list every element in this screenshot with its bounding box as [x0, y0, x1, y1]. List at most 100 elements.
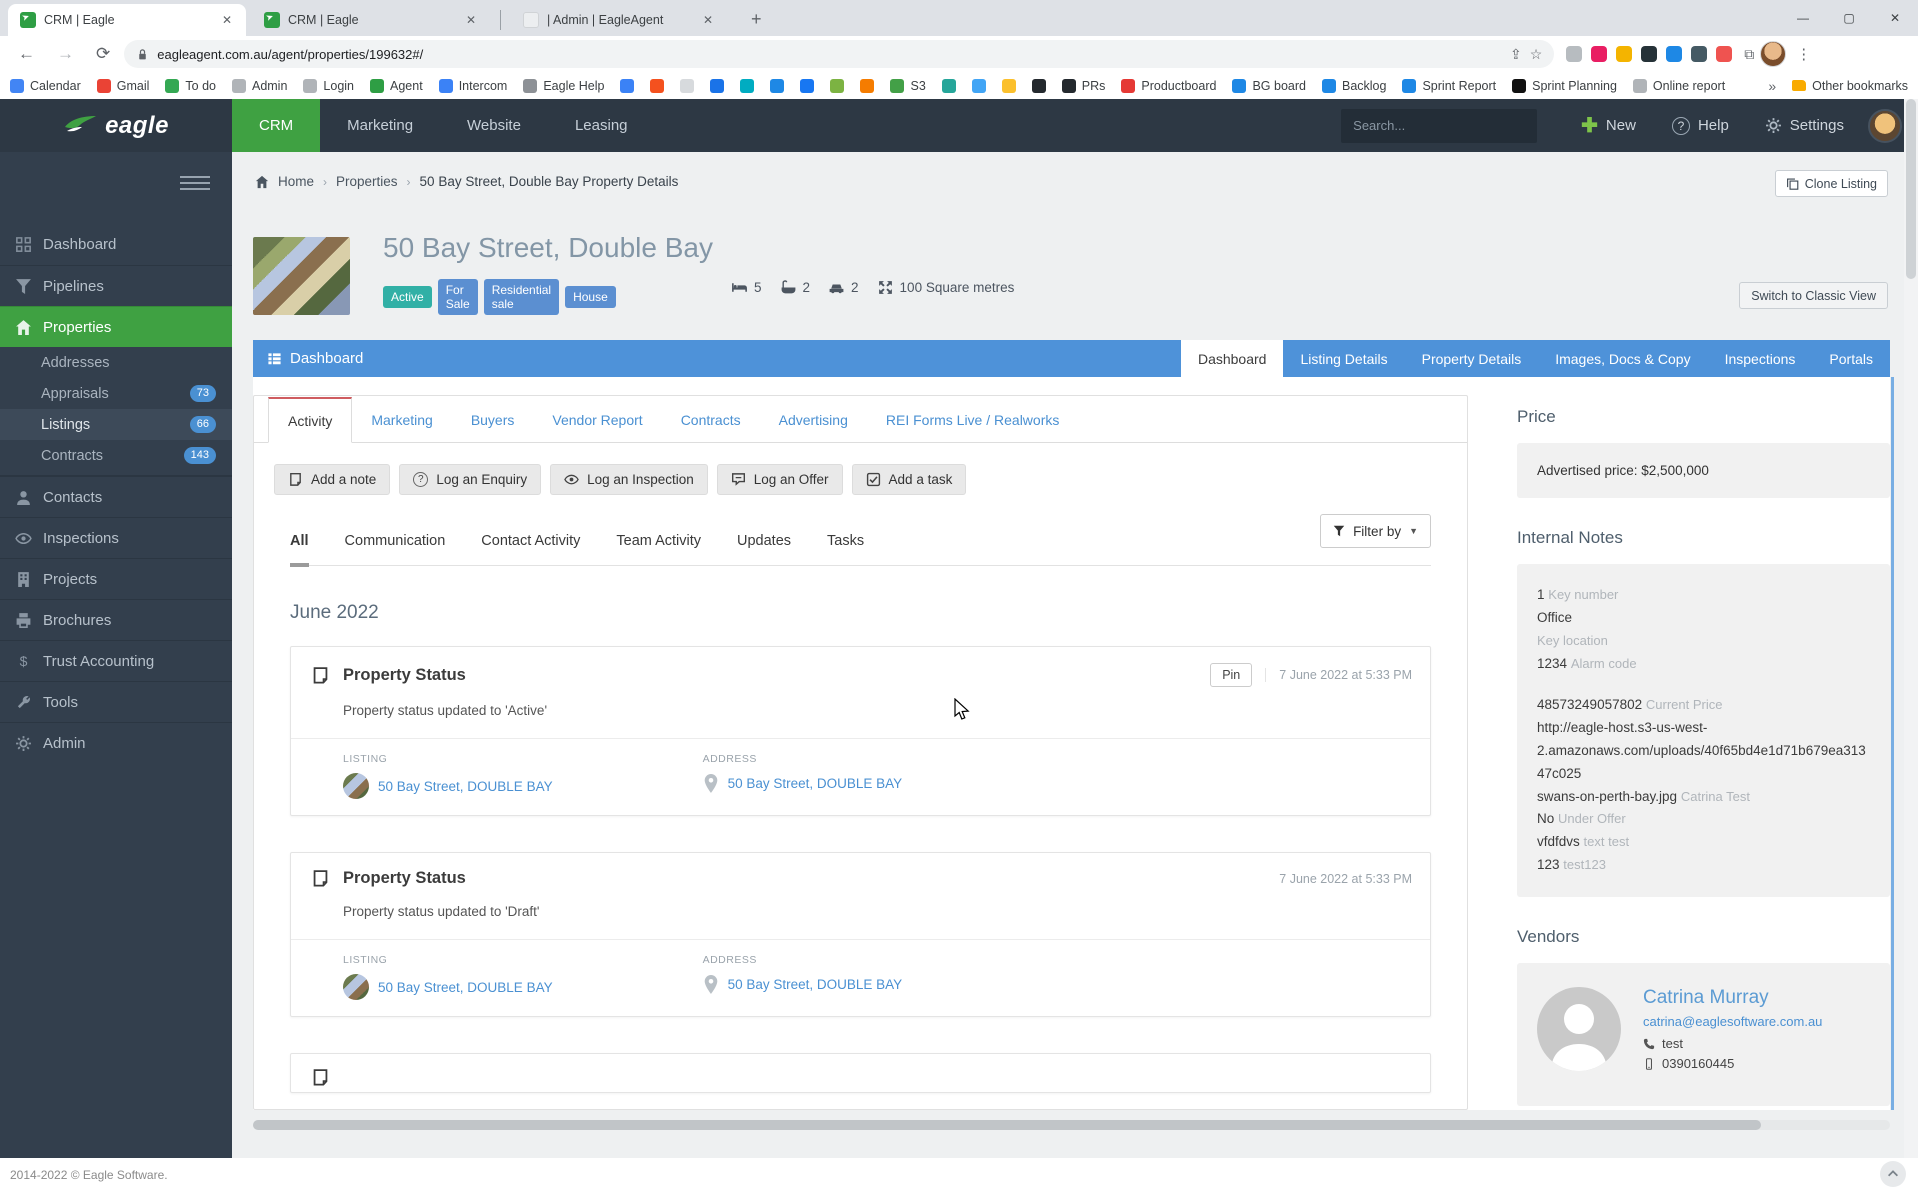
bookmark[interactable] [972, 79, 986, 93]
bookmark[interactable]: Sprint Report [1402, 79, 1496, 93]
collapse-widget-button[interactable] [1880, 1161, 1906, 1187]
sidebar-item-addresses[interactable]: Addresses [0, 347, 232, 378]
horizontal-scrollbar[interactable] [253, 1120, 1890, 1130]
add-note-button[interactable]: Add a note [274, 464, 390, 495]
add-task-button[interactable]: Add a task [852, 464, 967, 495]
sidebar-item-inspections[interactable]: Inspections [0, 517, 232, 558]
bookmark[interactable] [800, 79, 814, 93]
extension-icon[interactable] [1691, 46, 1707, 62]
tab-buyers[interactable]: Buyers [452, 397, 534, 443]
new-button[interactable]: ✚ New [1563, 99, 1654, 152]
forward-icon[interactable]: → [49, 44, 82, 64]
tab-close-icon[interactable]: ✕ [699, 11, 717, 29]
nav-marketing[interactable]: Marketing [320, 99, 440, 152]
bookmark[interactable]: Productboard [1121, 79, 1216, 93]
bookmark[interactable]: Sprint Planning [1512, 79, 1617, 93]
sidebar-item-tools[interactable]: Tools [0, 681, 232, 722]
nav-crm[interactable]: CRM [232, 99, 320, 152]
bookmark[interactable] [740, 79, 754, 93]
log-enquiry-button[interactable]: ? Log an Enquiry [399, 464, 541, 495]
bookmark[interactable]: S3 [890, 79, 925, 93]
tab-advertising[interactable]: Advertising [760, 397, 867, 443]
filter-team-activity[interactable]: Team Activity [616, 533, 701, 565]
user-avatar[interactable] [1868, 109, 1902, 143]
sidebar-item-brochures[interactable]: Brochures [0, 599, 232, 640]
settings-button[interactable]: Settings [1747, 99, 1862, 152]
bookmark[interactable]: BG board [1232, 79, 1306, 93]
bookmark-star-icon[interactable]: ☆ [1530, 46, 1543, 63]
bookmark[interactable] [1032, 79, 1046, 93]
sidebar-item-appraisals[interactable]: Appraisals 73 [0, 378, 232, 409]
bookmark[interactable] [1002, 79, 1016, 93]
sidebar-item-listings[interactable]: Listings 66 [0, 409, 232, 440]
sidebar-item-admin[interactable]: Admin [0, 722, 232, 763]
url-text[interactable]: eagleagent.com.au/agent/properties/19963… [157, 47, 1502, 62]
page-scrollbar-track[interactable] [1904, 99, 1918, 1158]
window-close-button[interactable]: ✕ [1872, 0, 1918, 36]
sidebar-item-trust-accounting[interactable]: $ Trust Accounting [0, 640, 232, 681]
bookmark[interactable]: Login [303, 79, 354, 93]
pin-button[interactable]: Pin [1210, 663, 1252, 687]
breadcrumb-home[interactable]: Home [278, 174, 314, 189]
bookmark[interactable]: Intercom [439, 79, 508, 93]
window-minimize-button[interactable]: — [1780, 0, 1826, 36]
bookmark[interactable]: Online report [1633, 79, 1725, 93]
new-tab-button[interactable]: + [741, 9, 772, 30]
sidebar-item-dashboard[interactable]: Dashboard [0, 224, 232, 265]
bookmark[interactable] [680, 79, 694, 93]
log-inspection-button[interactable]: Log an Inspection [550, 464, 708, 495]
horizontal-scrollbar-thumb[interactable] [253, 1120, 1761, 1130]
address-link[interactable]: 50 Bay Street, DOUBLE BAY [728, 776, 903, 791]
nav-website[interactable]: Website [440, 99, 548, 152]
bookmark[interactable]: Calendar [10, 79, 81, 93]
bookmark[interactable] [770, 79, 784, 93]
extension-icon[interactable] [1616, 46, 1632, 62]
vendor-name-link[interactable]: Catrina Murray [1643, 987, 1822, 1009]
tab-close-icon[interactable]: ✕ [462, 11, 480, 29]
filter-all[interactable]: All [290, 533, 309, 567]
tab-inspections[interactable]: Inspections [1708, 340, 1813, 377]
reload-icon[interactable]: ⟳ [88, 44, 118, 64]
tab-rei-forms[interactable]: REI Forms Live / Realworks [867, 397, 1078, 443]
browser-profile-avatar[interactable] [1760, 41, 1786, 67]
tab-listing-details[interactable]: Listing Details [1283, 340, 1404, 377]
bookmark[interactable]: Gmail [97, 79, 150, 93]
filter-by-button[interactable]: Filter by ▼ [1320, 514, 1431, 548]
switch-classic-view-button[interactable]: Switch to Classic View [1739, 282, 1888, 309]
back-icon[interactable]: ← [10, 44, 43, 64]
address-bar[interactable]: eagleagent.com.au/agent/properties/19963… [124, 40, 1554, 68]
bookmark[interactable]: Eagle Help [523, 79, 604, 93]
tab-vendor-report[interactable]: Vendor Report [533, 397, 661, 443]
sidebar-item-projects[interactable]: Projects [0, 558, 232, 599]
bookmark[interactable] [650, 79, 664, 93]
tab-portals[interactable]: Portals [1812, 340, 1890, 377]
filter-contact-activity[interactable]: Contact Activity [481, 533, 580, 565]
log-offer-button[interactable]: Log an Offer [717, 464, 843, 495]
bookmark[interactable]: Agent [370, 79, 423, 93]
extension-icon[interactable] [1666, 46, 1682, 62]
tab-close-icon[interactable]: ✕ [218, 11, 236, 29]
listing-link[interactable]: 50 Bay Street, DOUBLE BAY [378, 980, 553, 995]
browser-tab-1[interactable]: CRM | Eagle ✕ [8, 4, 246, 36]
share-icon[interactable]: ⇪ [1510, 46, 1522, 63]
browser-menu-icon[interactable]: ⋮ [1792, 45, 1815, 63]
page-scrollbar-thumb[interactable] [1906, 99, 1916, 279]
extension-icon[interactable] [1566, 46, 1582, 62]
tab-contracts[interactable]: Contracts [662, 397, 760, 443]
sidebar-collapse-button[interactable] [180, 170, 210, 196]
extension-icon[interactable] [1716, 46, 1732, 62]
panel-scrollbar[interactable] [1891, 377, 1894, 1110]
extensions-puzzle-icon[interactable]: ⧉ [1744, 46, 1754, 63]
bookmarks-overflow-chevron[interactable]: » [1768, 78, 1776, 94]
tab-images-docs-copy[interactable]: Images, Docs & Copy [1538, 340, 1707, 377]
property-thumbnail[interactable] [253, 237, 350, 315]
bookmark[interactable] [830, 79, 844, 93]
bookmark[interactable] [710, 79, 724, 93]
extension-icon[interactable] [1591, 46, 1607, 62]
bookmark[interactable]: Backlog [1322, 79, 1386, 93]
filter-tasks[interactable]: Tasks [827, 533, 864, 565]
extension-icon[interactable] [1641, 46, 1657, 62]
bookmark[interactable] [620, 79, 634, 93]
window-maximize-button[interactable]: ▢ [1826, 0, 1872, 36]
bookmark[interactable]: Admin [232, 79, 287, 93]
